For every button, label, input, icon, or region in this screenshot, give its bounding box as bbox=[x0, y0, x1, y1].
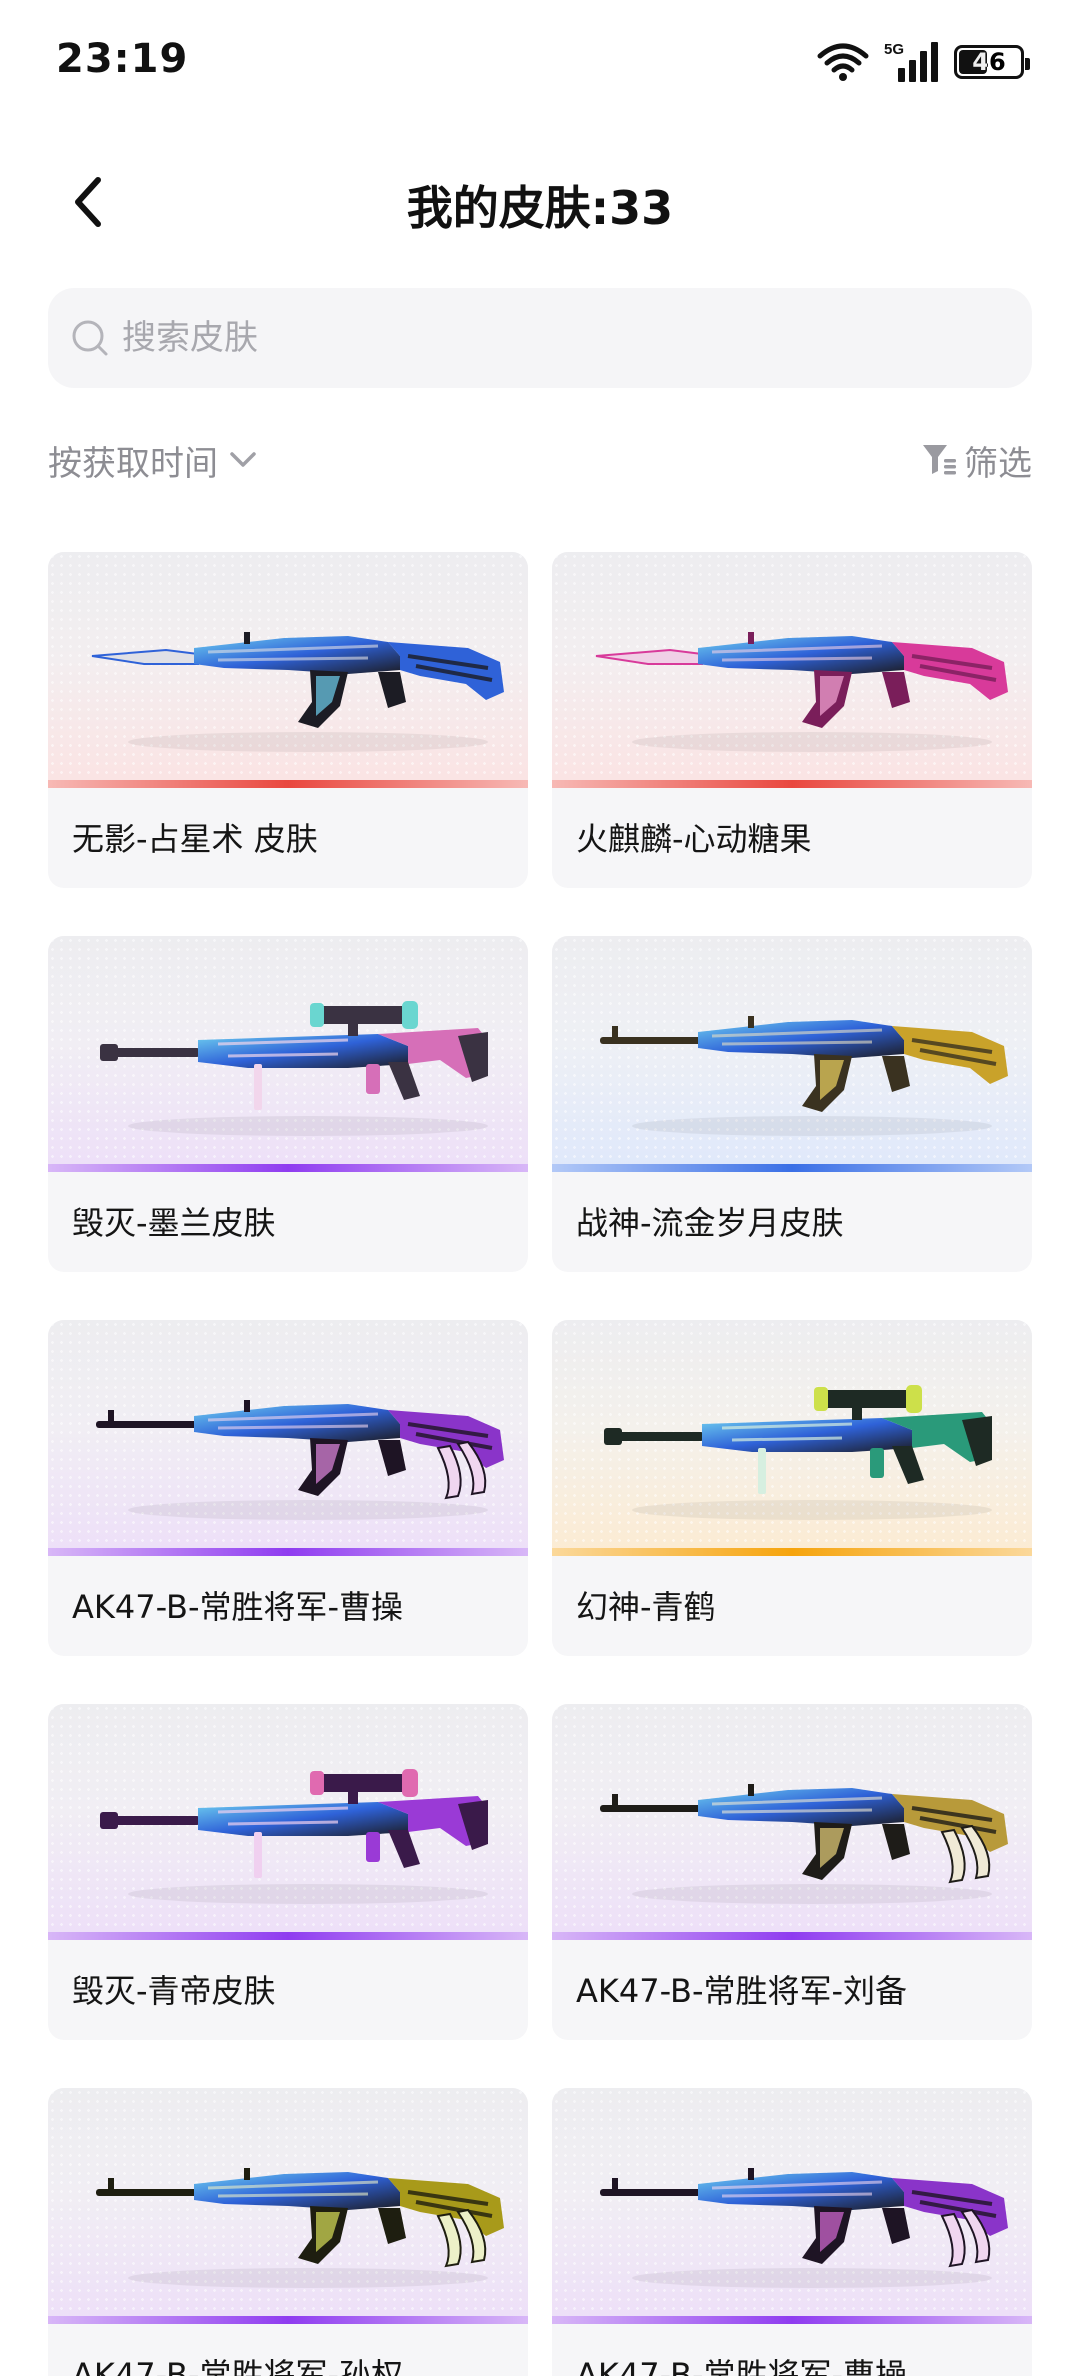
rarity-bar bbox=[552, 1164, 1032, 1172]
search-icon bbox=[70, 318, 110, 358]
weapon-skin-icon bbox=[100, 1769, 488, 1904]
rarity-bar bbox=[48, 2316, 528, 2324]
filter-label: 筛选 bbox=[964, 444, 1032, 484]
chevron-down-icon bbox=[226, 442, 260, 480]
skin-card[interactable]: AK47-B-常胜将军-曹操 bbox=[552, 2088, 1032, 2376]
battery-level: 46 bbox=[972, 48, 1006, 76]
skin-image bbox=[552, 936, 1032, 1172]
rarity-bar bbox=[48, 1932, 528, 1940]
rarity-bar bbox=[48, 780, 528, 788]
skin-image bbox=[48, 552, 528, 788]
page-title: 我的皮肤:33 bbox=[406, 181, 674, 235]
skin-card[interactable]: 战神-流金岁月皮肤 bbox=[552, 936, 1032, 1272]
weapon-skin-icon bbox=[595, 632, 1008, 752]
skin-card[interactable]: AK47-B-常胜将军-刘备 bbox=[552, 1704, 1032, 2040]
search-bar[interactable] bbox=[48, 288, 1032, 388]
network-type: 5G bbox=[884, 41, 904, 58]
skin-image bbox=[552, 1704, 1032, 1940]
skin-image bbox=[48, 936, 528, 1172]
filter-button[interactable]: 筛选 bbox=[920, 436, 1032, 485]
skin-name: AK47-B-常胜将军-刘备 bbox=[576, 1972, 908, 2010]
weapon-skin-icon bbox=[600, 1016, 1008, 1136]
skin-name: 幻神-青鹤 bbox=[576, 1588, 716, 1626]
weapon-skin-icon bbox=[91, 632, 504, 752]
status-time: 23:19 bbox=[56, 36, 189, 82]
skin-name: 火麒麟-心动糖果 bbox=[576, 820, 812, 858]
rarity-bar bbox=[552, 2316, 1032, 2324]
status-icons: 5G 46 bbox=[816, 40, 1030, 84]
weapon-skin-icon bbox=[96, 2168, 504, 2288]
skin-card[interactable]: 幻神-青鹤 bbox=[552, 1320, 1032, 1656]
rarity-bar bbox=[552, 1548, 1032, 1556]
filter-icon bbox=[920, 440, 958, 482]
skin-image bbox=[48, 1320, 528, 1556]
sort-filter-bar: 按获取时间 筛选 bbox=[48, 436, 1032, 496]
search-input[interactable] bbox=[122, 318, 982, 358]
weapon-skin-icon bbox=[600, 1784, 1008, 1904]
weapon-skin-icon bbox=[604, 1385, 992, 1520]
header: 我的皮肤:33 bbox=[0, 150, 1080, 260]
battery-icon: 46 bbox=[954, 45, 1030, 79]
weapon-skin-icon bbox=[600, 2168, 1008, 2288]
skin-name: 战神-流金岁月皮肤 bbox=[576, 1204, 844, 1242]
skin-image bbox=[552, 1320, 1032, 1556]
rarity-bar bbox=[48, 1164, 528, 1172]
skin-image bbox=[552, 2088, 1032, 2324]
skin-card[interactable]: AK47-B-常胜将军-曹操 bbox=[48, 1320, 528, 1656]
weapon-skin-icon bbox=[96, 1400, 504, 1520]
rarity-bar bbox=[552, 1932, 1032, 1940]
rarity-bar bbox=[552, 780, 1032, 788]
skin-card[interactable]: AK47-B-常胜将军-孙权 bbox=[48, 2088, 528, 2376]
status-bar: 23:19 5G 46 bbox=[0, 0, 1080, 125]
rarity-bar bbox=[48, 1548, 528, 1556]
sort-label: 按获取时间 bbox=[48, 444, 218, 484]
weapon-skin-icon bbox=[100, 1001, 488, 1136]
signal-5g-icon: 5G bbox=[884, 40, 940, 84]
sort-dropdown[interactable]: 按获取时间 bbox=[48, 436, 260, 485]
skin-grid: 无影-占星术 皮肤 火麒麟-心动糖果毁灭-墨兰皮肤 战神-流金岁月皮肤 AK47-B-… bbox=[48, 552, 1032, 2376]
skin-name: AK47-B-常胜将军-曹操 bbox=[72, 1588, 404, 1626]
skin-image bbox=[552, 552, 1032, 788]
skin-card[interactable]: 毁灭-墨兰皮肤 bbox=[48, 936, 528, 1272]
skin-card[interactable]: 火麒麟-心动糖果 bbox=[552, 552, 1032, 888]
skin-image bbox=[48, 2088, 528, 2324]
skin-card[interactable]: 无影-占星术 皮肤 bbox=[48, 552, 528, 888]
wifi-icon bbox=[816, 42, 870, 82]
skin-name: 毁灭-墨兰皮肤 bbox=[72, 1204, 276, 1242]
skins-page: 23:19 5G 46 我的皮肤:33 搜索皮肤 按获取时间 筛选 无影-占星术… bbox=[0, 0, 1080, 2376]
skin-name: 毁灭-青帝皮肤 bbox=[72, 1972, 276, 2010]
skin-name: AK47-B-常胜将军-孙权 bbox=[72, 2356, 404, 2376]
skin-name: 无影-占星术 皮肤 bbox=[72, 820, 318, 858]
skin-image bbox=[48, 1704, 528, 1940]
skin-name: AK47-B-常胜将军-曹操 bbox=[576, 2356, 908, 2376]
skin-card[interactable]: 毁灭-青帝皮肤 bbox=[48, 1704, 528, 2040]
